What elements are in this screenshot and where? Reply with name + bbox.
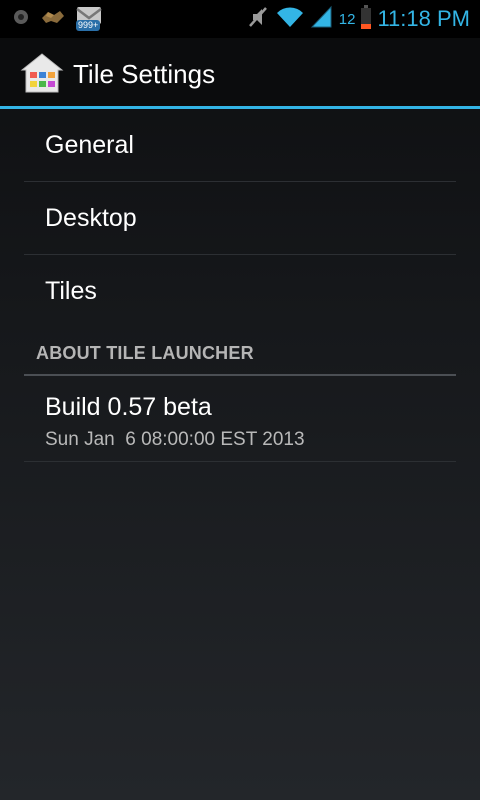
pref-item-label: Desktop xyxy=(45,204,137,232)
record-icon xyxy=(12,8,30,30)
handshake-icon xyxy=(40,8,66,30)
wifi-icon xyxy=(275,5,305,33)
build-date: Sun Jan 6 08:00:00 EST 2013 xyxy=(45,429,305,450)
status-bar: 999+ 12 11:18 PM xyxy=(0,0,480,38)
system-icons: 12 11:18 PM xyxy=(247,4,470,34)
battery-icon xyxy=(361,5,372,33)
mail-count-badge: 999+ xyxy=(76,20,101,31)
notification-icons: 999+ xyxy=(12,6,102,32)
pref-item-label: General xyxy=(45,131,134,159)
action-bar: Tile Settings xyxy=(0,38,480,109)
pref-item-desktop[interactable]: Desktop xyxy=(24,182,456,255)
mute-icon xyxy=(247,5,269,33)
pref-item-tiles[interactable]: Tiles xyxy=(24,255,456,327)
pref-item-build-info[interactable]: Build 0.57 beta Sun Jan 6 08:00:00 EST 2… xyxy=(24,376,456,462)
signal-icon xyxy=(310,5,333,33)
pref-item-label: Tiles xyxy=(45,277,97,305)
preference-list: General Desktop Tiles xyxy=(24,109,456,327)
build-version: Build 0.57 beta xyxy=(45,393,212,421)
page-title: Tile Settings xyxy=(73,59,216,89)
category-label: ABOUT TILE LAUNCHER xyxy=(36,343,254,363)
battery-percent: 12 xyxy=(338,10,356,28)
gmail-icon: 999+ xyxy=(76,6,102,32)
clock: 11:18 PM xyxy=(377,6,470,31)
tile-launcher-home-icon[interactable] xyxy=(20,52,64,94)
pref-item-general[interactable]: General xyxy=(24,109,456,182)
category-header-about: ABOUT TILE LAUNCHER xyxy=(24,328,456,376)
screen: 999+ 12 11:18 PM Tile Settings General D… xyxy=(0,0,480,800)
